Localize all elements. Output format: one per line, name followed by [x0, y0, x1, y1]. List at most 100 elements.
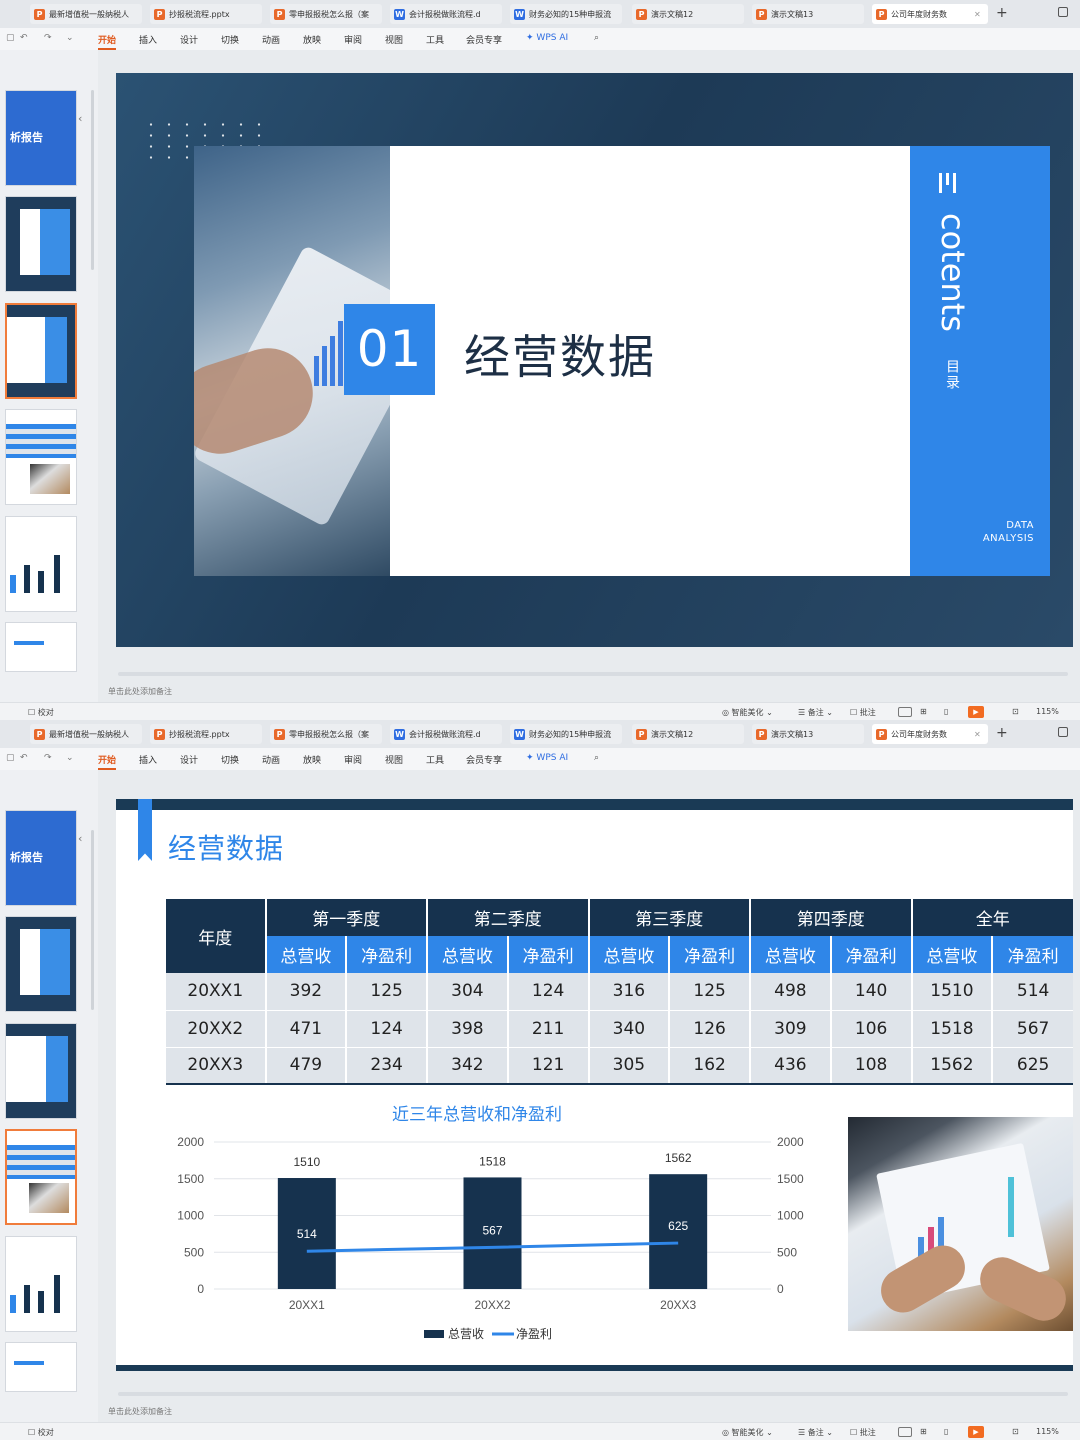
- undo-icon[interactable]: ↶: [20, 33, 28, 43]
- revenue-profit-chart[interactable]: 近三年总营收和净盈利 0 500 1000 1500 2000 0 500 1000 1500 2…: [116, 1067, 836, 1357]
- tab-document[interactable]: P 演示文稿12: [632, 724, 744, 744]
- redo-icon[interactable]: ↷: [44, 33, 52, 43]
- slide-thumbnail[interactable]: [5, 196, 77, 292]
- collapse-pane-icon[interactable]: ‹: [78, 832, 82, 845]
- save-icon[interactable]: ▢: [6, 753, 15, 763]
- tab-document[interactable]: P 演示文稿13: [752, 4, 864, 24]
- sorter-view-icon[interactable]: ⊞: [920, 1427, 927, 1436]
- menu-animation[interactable]: 动画: [262, 753, 280, 766]
- chevron-down-icon[interactable]: ⌄: [66, 753, 74, 763]
- collapse-pane-icon[interactable]: ‹: [78, 112, 82, 125]
- menu-slideshow[interactable]: 放映: [303, 753, 321, 766]
- slide-thumbnail[interactable]: [5, 1023, 77, 1119]
- slide-title-section[interactable]: 01 经营数据 cotents 目录 DATA ANALYSIS: [116, 73, 1073, 647]
- wps-ai-button[interactable]: ✦ WPS AI: [526, 33, 568, 43]
- menu-animation[interactable]: 动画: [262, 33, 280, 46]
- notes-button[interactable]: ☰ 备注 ⌄: [798, 707, 833, 718]
- tab-document[interactable]: W 财务必知的15种申报流: [510, 4, 622, 24]
- reading-view-icon[interactable]: ▯: [944, 1427, 948, 1436]
- menu-review[interactable]: 审阅: [344, 33, 362, 46]
- normal-view-icon[interactable]: [898, 1427, 912, 1437]
- horizontal-scrollbar[interactable]: [118, 672, 1068, 676]
- horizontal-scrollbar[interactable]: [118, 1392, 1068, 1396]
- wps-ai-button[interactable]: ✦ WPS AI: [526, 753, 568, 763]
- smart-beautify-button[interactable]: ◎ 智能美化 ⌄: [722, 1427, 773, 1438]
- reading-view-icon[interactable]: ▯: [944, 707, 948, 716]
- tab-document[interactable]: P 演示文稿12: [632, 4, 744, 24]
- business-data-table[interactable]: 年度 第一季度 第二季度 第三季度 第四季度 全年 总营收 净盈利 总营收 净盈…: [166, 899, 1073, 1085]
- menu-view[interactable]: 视图: [385, 753, 403, 766]
- menu-transition[interactable]: 切换: [221, 753, 239, 766]
- thumbnail-scrollbar[interactable]: [91, 830, 94, 1010]
- new-tab-plus-icon[interactable]: +: [996, 5, 1008, 21]
- menu-insert[interactable]: 插入: [139, 33, 157, 46]
- zoom-level[interactable]: 115%: [1036, 707, 1059, 716]
- menu-tools[interactable]: 工具: [426, 33, 444, 46]
- slide-thumbnail[interactable]: [5, 622, 77, 672]
- slide-thumbnail[interactable]: [5, 1236, 77, 1332]
- menu-home[interactable]: 开始: [98, 33, 117, 50]
- menu-transition[interactable]: 切换: [221, 33, 239, 46]
- close-icon[interactable]: ✕: [974, 10, 984, 19]
- slide-business-data[interactable]: 经营数据 年度 第一季度 第二季度 第三季度 第四季度 全年 总营收 净盈利 总…: [116, 799, 1073, 1371]
- tab-document[interactable]: P 最新增值税一般纳税人: [30, 4, 142, 24]
- tab-document-active[interactable]: P 公司年度财务数 ✕: [872, 4, 988, 24]
- normal-view-icon[interactable]: [898, 707, 912, 717]
- search-icon[interactable]: ⌕: [594, 753, 599, 763]
- tab-document[interactable]: P 零申报报税怎么报（案: [270, 4, 382, 24]
- tab-document[interactable]: P 最新增值税一般纳税人: [30, 724, 142, 744]
- undo-icon[interactable]: ↶: [20, 753, 28, 763]
- editing-canvas[interactable]: 经营数据 年度 第一季度 第二季度 第三季度 第四季度 全年 总营收 净盈利 总…: [98, 770, 1080, 1422]
- notes-button[interactable]: ☰ 备注 ⌄: [798, 1427, 833, 1438]
- fit-icon[interactable]: ⊡: [1012, 1427, 1019, 1436]
- chevron-down-icon[interactable]: ⌄: [66, 33, 74, 43]
- slide-thumbnail[interactable]: [5, 1342, 77, 1392]
- comment-button[interactable]: ☐ 批注: [850, 707, 876, 718]
- close-icon[interactable]: ✕: [974, 730, 984, 739]
- zoom-level[interactable]: 115%: [1036, 1427, 1059, 1436]
- menu-member[interactable]: 会员专享: [466, 33, 502, 46]
- save-icon[interactable]: ▢: [6, 33, 15, 43]
- menu-tools[interactable]: 工具: [426, 753, 444, 766]
- tab-document[interactable]: P 演示文稿13: [752, 724, 864, 744]
- fit-icon[interactable]: ⊡: [1012, 707, 1019, 716]
- menu-member[interactable]: 会员专享: [466, 753, 502, 766]
- window-restore-icon[interactable]: [1058, 727, 1068, 737]
- menu-design[interactable]: 设计: [180, 33, 198, 46]
- thumbnail-scrollbar[interactable]: [91, 90, 94, 270]
- notes-placeholder[interactable]: 单击此处添加备注: [108, 686, 172, 697]
- tab-document[interactable]: W 会计报税做账流程.d: [390, 4, 502, 24]
- tab-document[interactable]: P 抄报税流程.pptx: [150, 4, 262, 24]
- proofread-button[interactable]: ☐ 校对: [28, 707, 54, 718]
- slide-thumbnail[interactable]: [5, 409, 77, 505]
- tab-document[interactable]: W 财务必知的15种申报流: [510, 724, 622, 744]
- play-icon[interactable]: ▶: [968, 706, 984, 718]
- tab-document[interactable]: P 零申报报税怎么报（案: [270, 724, 382, 744]
- menu-view[interactable]: 视图: [385, 33, 403, 46]
- tab-document[interactable]: W 会计报税做账流程.d: [390, 724, 502, 744]
- tab-document-active[interactable]: P 公司年度财务数 ✕: [872, 724, 988, 744]
- search-icon[interactable]: ⌕: [594, 33, 599, 43]
- notes-placeholder[interactable]: 单击此处添加备注: [108, 1406, 172, 1417]
- editing-canvas[interactable]: 01 经营数据 cotents 目录 DATA ANALYSIS 单击此处添加备…: [98, 50, 1080, 702]
- play-icon[interactable]: ▶: [968, 1426, 984, 1438]
- slide-thumbnail[interactable]: [5, 516, 77, 612]
- smart-beautify-button[interactable]: ◎ 智能美化 ⌄: [722, 707, 773, 718]
- comment-button[interactable]: ☐ 批注: [850, 1427, 876, 1438]
- new-tab-plus-icon[interactable]: +: [996, 725, 1008, 741]
- tab-document[interactable]: P 抄报税流程.pptx: [150, 724, 262, 744]
- slide-thumbnail-selected[interactable]: [5, 303, 77, 399]
- slide-thumbnail[interactable]: 析报告: [5, 810, 77, 906]
- sorter-view-icon[interactable]: ⊞: [920, 707, 927, 716]
- menu-home[interactable]: 开始: [98, 753, 117, 770]
- slide-thumbnail[interactable]: 析报告: [5, 90, 77, 186]
- slide-thumbnail-selected[interactable]: [5, 1129, 77, 1225]
- menu-design[interactable]: 设计: [180, 753, 198, 766]
- window-restore-icon[interactable]: [1058, 7, 1068, 17]
- menu-review[interactable]: 审阅: [344, 753, 362, 766]
- slide-thumbnail[interactable]: [5, 916, 77, 1012]
- menu-insert[interactable]: 插入: [139, 753, 157, 766]
- menu-slideshow[interactable]: 放映: [303, 33, 321, 46]
- proofread-button[interactable]: ☐ 校对: [28, 1427, 54, 1438]
- redo-icon[interactable]: ↷: [44, 753, 52, 763]
